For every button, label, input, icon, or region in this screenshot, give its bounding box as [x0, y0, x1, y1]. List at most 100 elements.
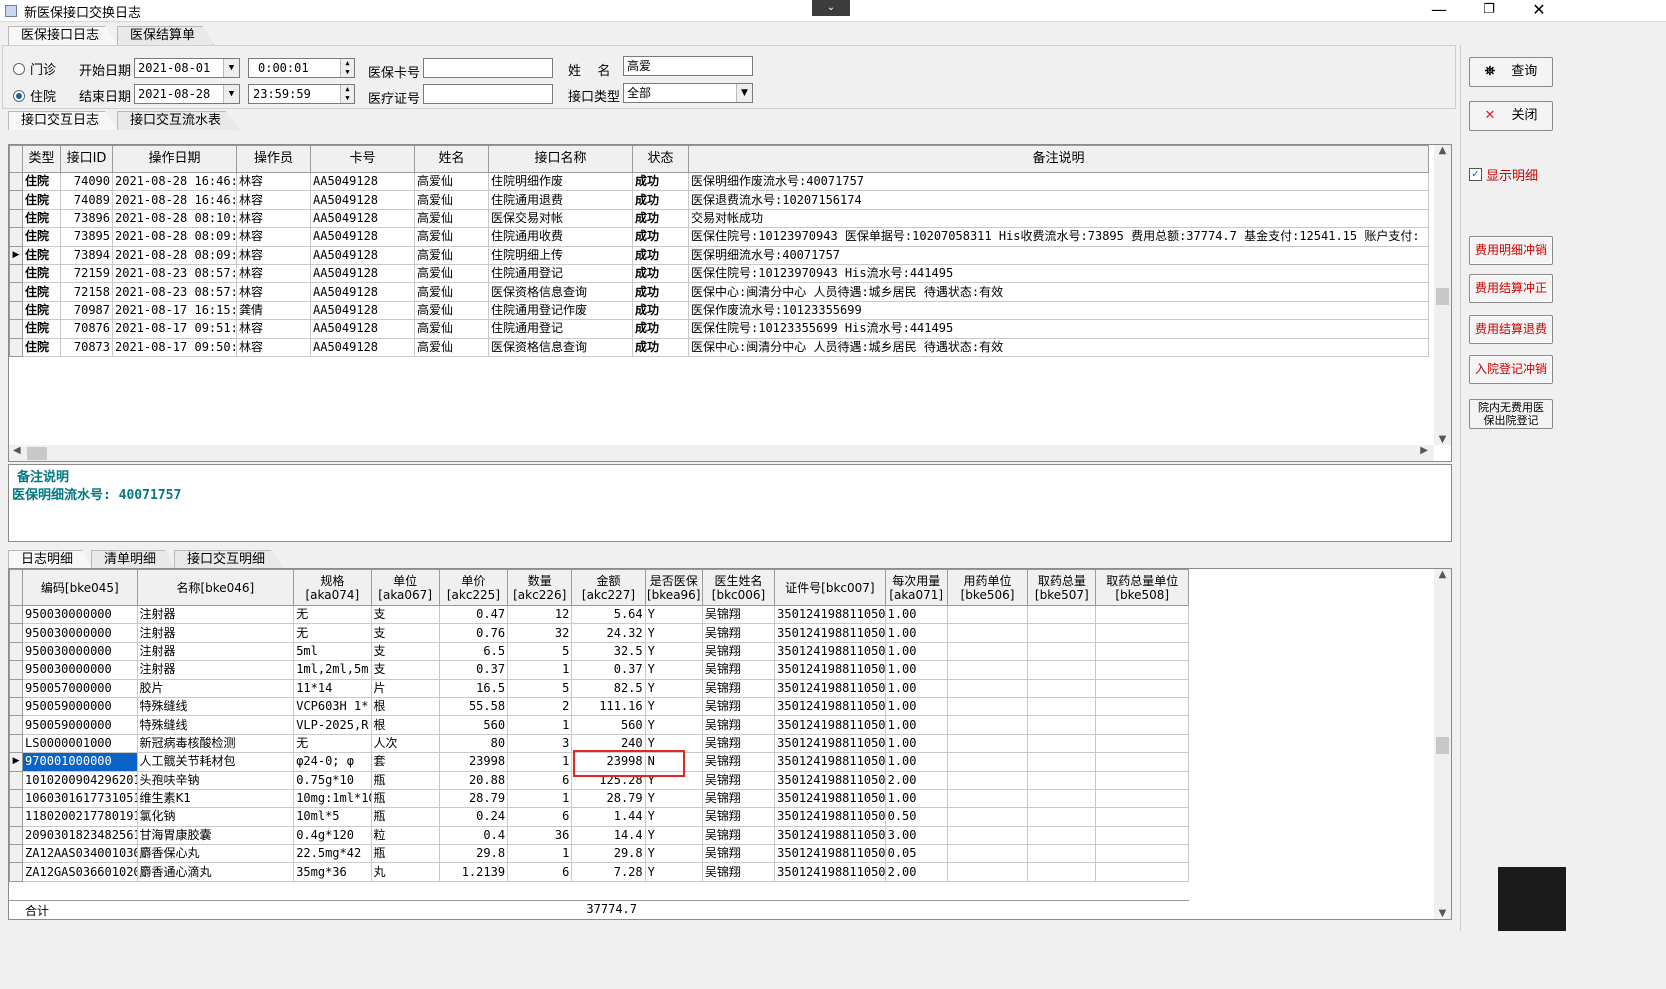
row-selector[interactable]	[9, 862, 24, 882]
end-time-field[interactable]: 23:59:59 ▲ ▼	[248, 84, 355, 104]
row-selector[interactable]	[9, 623, 24, 643]
tab-settlement[interactable]: 医保结算单	[117, 26, 215, 45]
row-selector[interactable]	[9, 770, 24, 790]
admission-cancel-button[interactable]: 入院登记冲销	[1469, 355, 1553, 384]
detail-header-cell[interactable]: 用药单位 [bke506]	[946, 569, 1029, 606]
interface-type-select[interactable]: 全部 ▼	[623, 83, 753, 103]
close-window-button[interactable]: ✕	[1516, 0, 1562, 22]
table-row[interactable]: 住院708762021-08-17 09:51:20林容AA5049128高爱仙…	[9, 319, 1429, 339]
row-selector[interactable]	[9, 190, 23, 210]
tab-interaction-log[interactable]: 接口交互日志	[8, 111, 119, 130]
table-row[interactable]: 950030000000 注射器无支 0.76 32 24.32 Y 吴锦翔 35012419…	[9, 623, 1189, 643]
log-header-cell[interactable]: 接口ID	[60, 145, 113, 173]
detail-header-cell[interactable]: 名称[bke046]	[136, 569, 295, 606]
row-selector[interactable]	[9, 825, 24, 846]
show-detail-checkbox[interactable]: ✓ 显示明细	[1469, 165, 1538, 184]
log-header-cell[interactable]: 操作员	[236, 145, 311, 173]
scroll-thumb[interactable]	[1436, 737, 1449, 754]
detail-header-cell[interactable]: 规格 [aka074]	[293, 569, 372, 606]
minimize-button[interactable]: —	[1416, 0, 1462, 22]
row-selector[interactable]	[9, 715, 24, 735]
detail-header-cell[interactable]: 是否医保 [bkea96]	[644, 569, 703, 606]
detail-header-cell[interactable]: 单位 [aka067]	[370, 569, 440, 606]
detail-header-cell[interactable]: 每次用量 [aka071]	[884, 569, 948, 606]
row-selector[interactable]	[9, 208, 23, 229]
table-row[interactable]: 住院738952021-08-28 08:09:34林容AA5049128高爱仙…	[9, 227, 1429, 247]
row-selector[interactable]	[9, 171, 23, 192]
current-row-icon[interactable]: ▶	[9, 752, 24, 772]
scroll-up-icon[interactable]: ▲	[1434, 145, 1451, 156]
row-selector[interactable]	[9, 807, 24, 827]
scroll-thumb[interactable]	[1436, 288, 1449, 305]
start-time-field[interactable]: 0:00:01 ▲ ▼	[248, 58, 355, 78]
row-selector[interactable]	[9, 641, 24, 662]
tab-log-detail[interactable]: 日志明细	[8, 550, 93, 569]
row-selector[interactable]	[9, 282, 23, 302]
tab-interaction-detail[interactable]: 接口交互明细	[174, 550, 285, 569]
spinner-icon[interactable]: ▲ ▼	[340, 59, 354, 77]
no-fee-discharge-button[interactable]: 院内无费用医保出院登记	[1469, 399, 1553, 429]
tab-interaction-flow[interactable]: 接口交互流水表	[117, 111, 241, 130]
row-selector[interactable]	[9, 263, 23, 284]
table-row[interactable]: ZA12GAS0366010203 麝香通心滴丸 35mg*36 丸 1.2139 6 7.…	[9, 862, 1189, 882]
log-header-cell[interactable]: 类型	[22, 145, 61, 173]
scroll-left-icon[interactable]: ◀	[13, 445, 21, 456]
table-row[interactable]: 住院740902021-08-28 16:46:29林容AA5049128高爱仙…	[9, 171, 1429, 192]
dropdown-arrow-icon[interactable]: ▼	[736, 84, 752, 102]
radio-inpatient[interactable]: 住院	[13, 86, 56, 105]
scroll-thumb[interactable]	[27, 447, 47, 460]
table-row[interactable]: 10603016177310511 维生素K1 10mg:1ml*10 瓶 28.79 1…	[9, 788, 1189, 809]
tab-interface-log[interactable]: 医保接口日志	[8, 26, 119, 45]
table-row[interactable]: 住院738962021-08-28 08:10:02林容AA5049128高爱仙…	[9, 208, 1429, 229]
end-date-picker[interactable]: 2021-08-28 ▼	[134, 84, 240, 104]
close-button[interactable]: ✕ 关闭	[1469, 101, 1553, 131]
scroll-down-icon[interactable]: ▼	[1434, 434, 1451, 445]
row-selector[interactable]	[9, 604, 24, 625]
row-selector[interactable]	[9, 660, 24, 680]
detail-vertical-scrollbar[interactable]: ▲ ▼	[1434, 569, 1451, 919]
scroll-right-icon[interactable]: ▶	[1420, 445, 1428, 456]
row-selector[interactable]	[9, 733, 24, 754]
detail-header-cell[interactable]: 医生姓名 [bkc006]	[701, 569, 776, 606]
table-row[interactable]: 950059000000 特殊缝线 VLP-2025,R 根 560 1 560 Y 吴锦翔 35…	[9, 715, 1189, 735]
fee-detail-cancel-button[interactable]: 费用明细冲销	[1469, 236, 1553, 265]
table-row[interactable]: ▶住院738942021-08-28 08:09:33林容AA5049128高爱…	[9, 245, 1429, 265]
medical-cert-input[interactable]	[423, 84, 553, 104]
row-selector[interactable]	[9, 844, 24, 864]
log-vertical-scrollbar[interactable]: ▲ ▼	[1434, 145, 1451, 445]
log-header-cell[interactable]: 卡号	[310, 145, 415, 173]
table-row[interactable]: 950030000000 注射器 5ml 支 6.5 5 32.5 Y 吴锦翔 350124198…	[9, 641, 1189, 662]
table-row[interactable]: 950057000000 胶片 11*14 片 16.5 5 82.5 Y 吴锦翔 3501241…	[9, 678, 1189, 698]
start-date-picker[interactable]: 2021-08-01 ▼	[134, 58, 240, 78]
dropdown-arrow-icon[interactable]: ▼	[223, 59, 239, 77]
scroll-up-icon[interactable]: ▲	[1434, 569, 1451, 580]
table-row[interactable]: 住院721592021-08-23 08:57:48林容AA5049128高爱仙…	[9, 263, 1429, 284]
query-button[interactable]: ⛯ 查询	[1469, 57, 1553, 87]
detail-header-cell[interactable]: 证件号[bkc007]	[774, 569, 886, 606]
table-row[interactable]: 住院708732021-08-17 09:50:06林容AA5049128高爱仙…	[9, 337, 1429, 357]
row-selector[interactable]	[9, 319, 23, 339]
spinner-icon[interactable]: ▲ ▼	[340, 85, 354, 103]
detail-header-cell[interactable]: 取药总量 [bke507]	[1027, 569, 1097, 606]
table-row[interactable]: 住院740892021-08-28 16:46:26林容AA5049128高爱仙…	[9, 190, 1429, 210]
name-input[interactable]: 高爱	[623, 56, 753, 76]
row-selector[interactable]	[9, 788, 24, 809]
log-header-cell[interactable]: 姓名	[414, 145, 489, 173]
log-header-cell[interactable]: 接口名称	[488, 145, 633, 173]
log-horizontal-scrollbar[interactable]: ◀ ▶	[9, 445, 1434, 461]
row-selector[interactable]	[9, 337, 23, 357]
detail-header-cell[interactable]: 取药总量单位 [bke508]	[1095, 569, 1189, 606]
card-no-input[interactable]	[423, 58, 553, 78]
fee-settle-refund-button[interactable]: 费用结算退费	[1469, 315, 1553, 344]
table-row[interactable]: 950059000000 特殊缝线 VCP603H 1* 根 55.58 2 111.16 Y…	[9, 696, 1189, 717]
log-header-cell[interactable]: 操作日期	[112, 145, 237, 173]
table-row[interactable]: 20903018234825610 甘海胃康胶囊 0.4g*120 粒 0.4 36 14.…	[9, 825, 1189, 846]
radio-outpatient[interactable]: 门诊	[13, 59, 56, 78]
tab-list-detail[interactable]: 清单明细	[91, 550, 176, 569]
scroll-down-icon[interactable]: ▼	[1434, 908, 1451, 919]
row-selector[interactable]	[9, 678, 24, 698]
log-header-cell[interactable]: 状态	[632, 145, 689, 173]
table-row[interactable]: ZA12AAS0340010300 麝香保心丸 22.5mg*42 瓶 29.8 1 29.…	[9, 844, 1189, 864]
row-selector[interactable]	[9, 227, 23, 247]
current-row-icon[interactable]: ▶	[9, 245, 23, 265]
